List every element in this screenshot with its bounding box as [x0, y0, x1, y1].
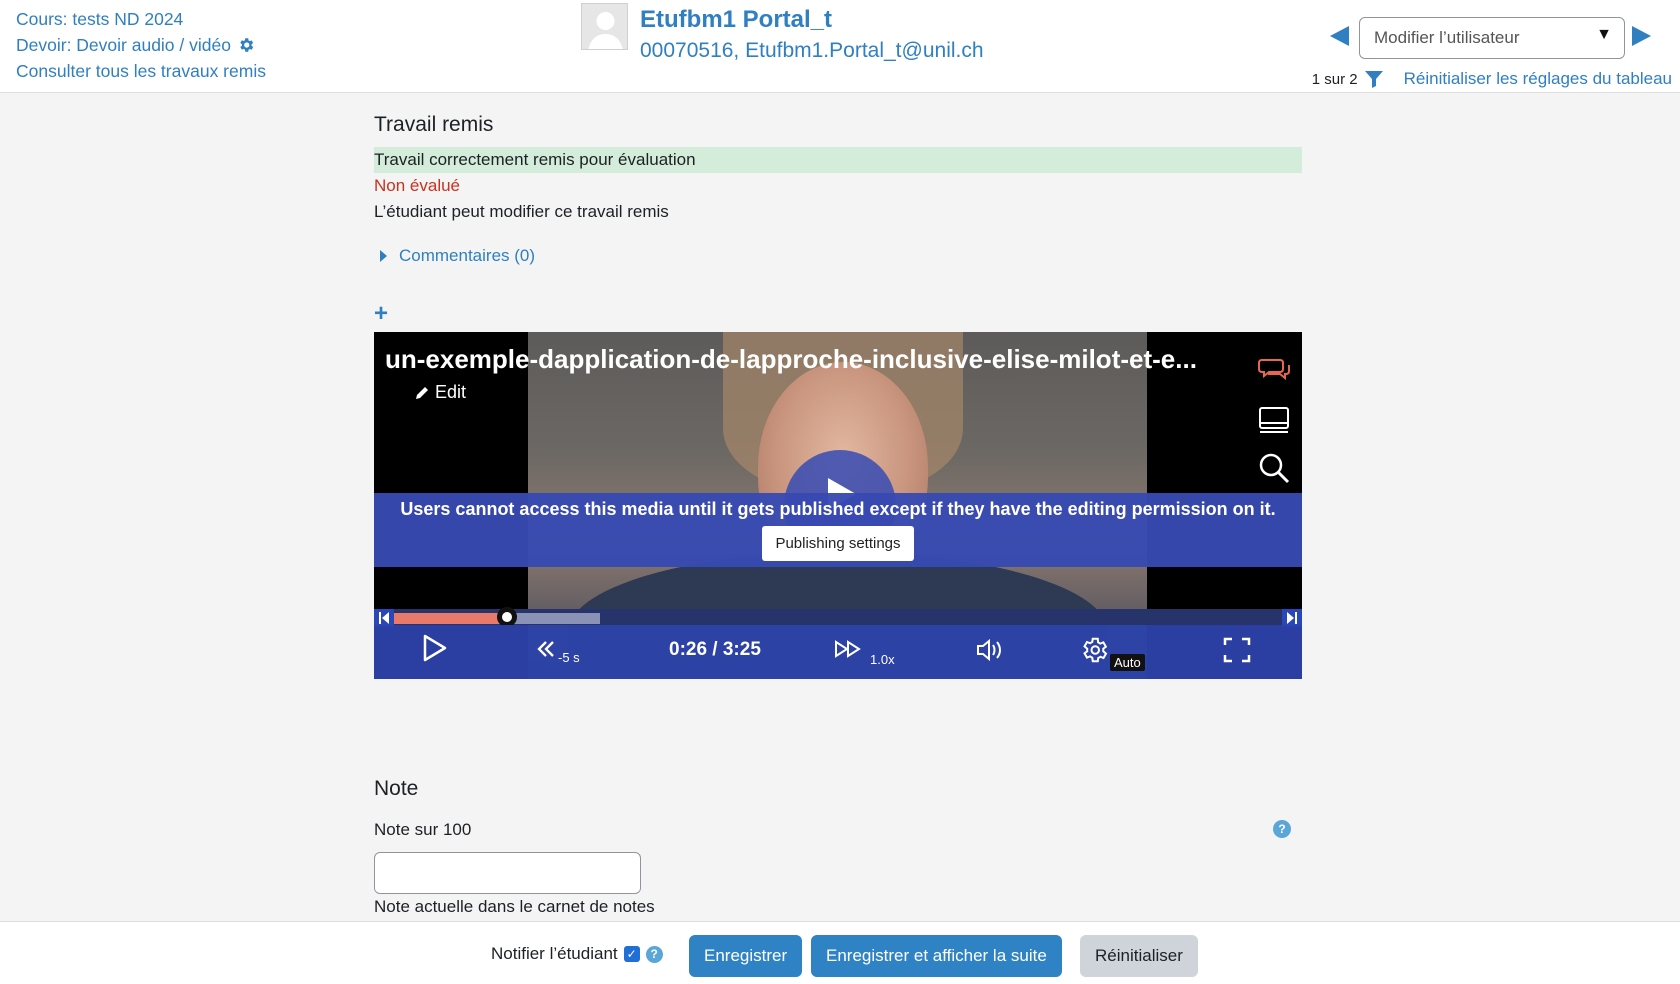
notify-checkbox[interactable]: ✓	[623, 946, 640, 962]
grading-actions: Notifier l’étudiant ✓ ? Enregistrer Enre…	[0, 921, 1680, 984]
grade-label: Note sur 100	[374, 820, 472, 839]
reset-table-link[interactable]: Réinitialiser les réglages du tableau	[1404, 69, 1672, 89]
pencil-icon	[416, 386, 428, 399]
next-user-icon[interactable]	[1632, 26, 1651, 46]
publishing-settings-button[interactable]: Publishing settings	[762, 526, 914, 561]
quality-badge[interactable]: Auto	[1110, 654, 1145, 671]
previous-user-icon[interactable]	[1330, 26, 1349, 46]
media-player[interactable]: un-exemple-dapplication-de-lapproche-inc…	[374, 332, 1302, 679]
progress-played	[394, 613, 507, 624]
comments-toggle[interactable]: Commentaires (0)	[380, 246, 535, 266]
help-icon[interactable]: ?	[1273, 820, 1291, 838]
change-user-placeholder: Modifier l’utilisateur	[1374, 28, 1520, 47]
user-name-link[interactable]: Etufbm1 Portal_t	[640, 5, 984, 35]
user-info: Etufbm1 Portal_t 00070516, Etufbm1.Porta…	[581, 3, 984, 67]
player-controls: -5 s 0:26 / 3:25 1.0x Auto	[374, 625, 1302, 679]
settings-gear-icon[interactable]	[1079, 635, 1109, 665]
course-link[interactable]: Cours: tests ND 2024	[16, 6, 183, 32]
submission-title: Travail remis	[374, 113, 494, 136]
volume-icon[interactable]	[976, 639, 1006, 661]
editable-status: L’étudiant peut modifier ce travail remi…	[374, 202, 669, 221]
chevron-right-icon	[380, 250, 387, 262]
fullscreen-icon[interactable]	[1223, 637, 1251, 663]
notify-label: Notifier l’étudiant	[491, 944, 618, 963]
speed-label[interactable]: 1.0x	[870, 652, 895, 667]
grading-status: Non évalué	[374, 176, 461, 195]
pager-count: 1 sur 2	[1311, 70, 1358, 88]
video-title: un-exemple-dapplication-de-lapproche-inc…	[385, 344, 1197, 374]
captions-panel-icon[interactable]	[1258, 404, 1290, 436]
grade-title: Note	[374, 777, 419, 800]
submission-status: Travail correctement remis pour évaluati…	[374, 147, 1302, 173]
save-and-next-button[interactable]: Enregistrer et afficher la suite	[811, 935, 1062, 977]
comments-label: Commentaires (0)	[399, 246, 536, 265]
chat-icon[interactable]	[1258, 354, 1290, 386]
current-gradebook-label: Note actuelle dans le carnet de notes	[374, 897, 655, 916]
fast-forward-icon[interactable]	[834, 639, 864, 659]
help-icon[interactable]: ?	[645, 945, 663, 963]
edit-label: Edit	[435, 382, 467, 402]
chevron-down-icon: ▼	[1596, 26, 1612, 43]
edit-link[interactable]: Edit	[414, 382, 466, 403]
notify-student: Notifier l’étudiant ✓ ?	[491, 944, 663, 964]
rewind-label: -5 s	[558, 650, 580, 665]
save-button[interactable]: Enregistrer	[689, 935, 803, 977]
grade-input[interactable]	[374, 852, 641, 894]
play-icon[interactable]	[422, 633, 448, 663]
filter-icon[interactable]	[1364, 70, 1384, 88]
avatar[interactable]	[581, 3, 628, 50]
expand-plus-icon[interactable]: +	[374, 302, 388, 326]
rewind-icon[interactable]	[536, 639, 556, 659]
user-id-email[interactable]: 00070516, Etufbm1.Portal_t@unil.ch	[640, 35, 984, 67]
time-display: 0:26 / 3:25	[669, 639, 761, 660]
publish-warning-banner: Users cannot access this media until it …	[374, 493, 1302, 567]
view-all-submissions-link[interactable]: Consulter tous les travaux remis	[16, 58, 266, 84]
search-icon[interactable]	[1258, 452, 1290, 484]
change-user-select[interactable]: Modifier l’utilisateur ▼	[1359, 17, 1625, 59]
pager-row: 1 sur 2 Réinitialiser les réglages du ta…	[1312, 69, 1672, 89]
progress-knob[interactable]	[497, 607, 517, 627]
header-links: Cours: tests ND 2024 Devoir: Devoir audi…	[16, 6, 266, 84]
grader-header: Cours: tests ND 2024 Devoir: Devoir audi…	[0, 0, 1680, 93]
user-navigation: Modifier l’utilisateur ▼ 1 sur 2 Réiniti…	[1280, 0, 1680, 93]
reset-button[interactable]: Réinitialiser	[1080, 935, 1198, 977]
user-silhouette-icon	[588, 12, 623, 49]
progress-bar[interactable]	[374, 607, 1302, 627]
publish-message: Users cannot access this media until it …	[400, 499, 1276, 519]
gear-icon[interactable]	[237, 36, 255, 54]
assignment-link[interactable]: Devoir: Devoir audio / vidéo	[16, 32, 231, 58]
